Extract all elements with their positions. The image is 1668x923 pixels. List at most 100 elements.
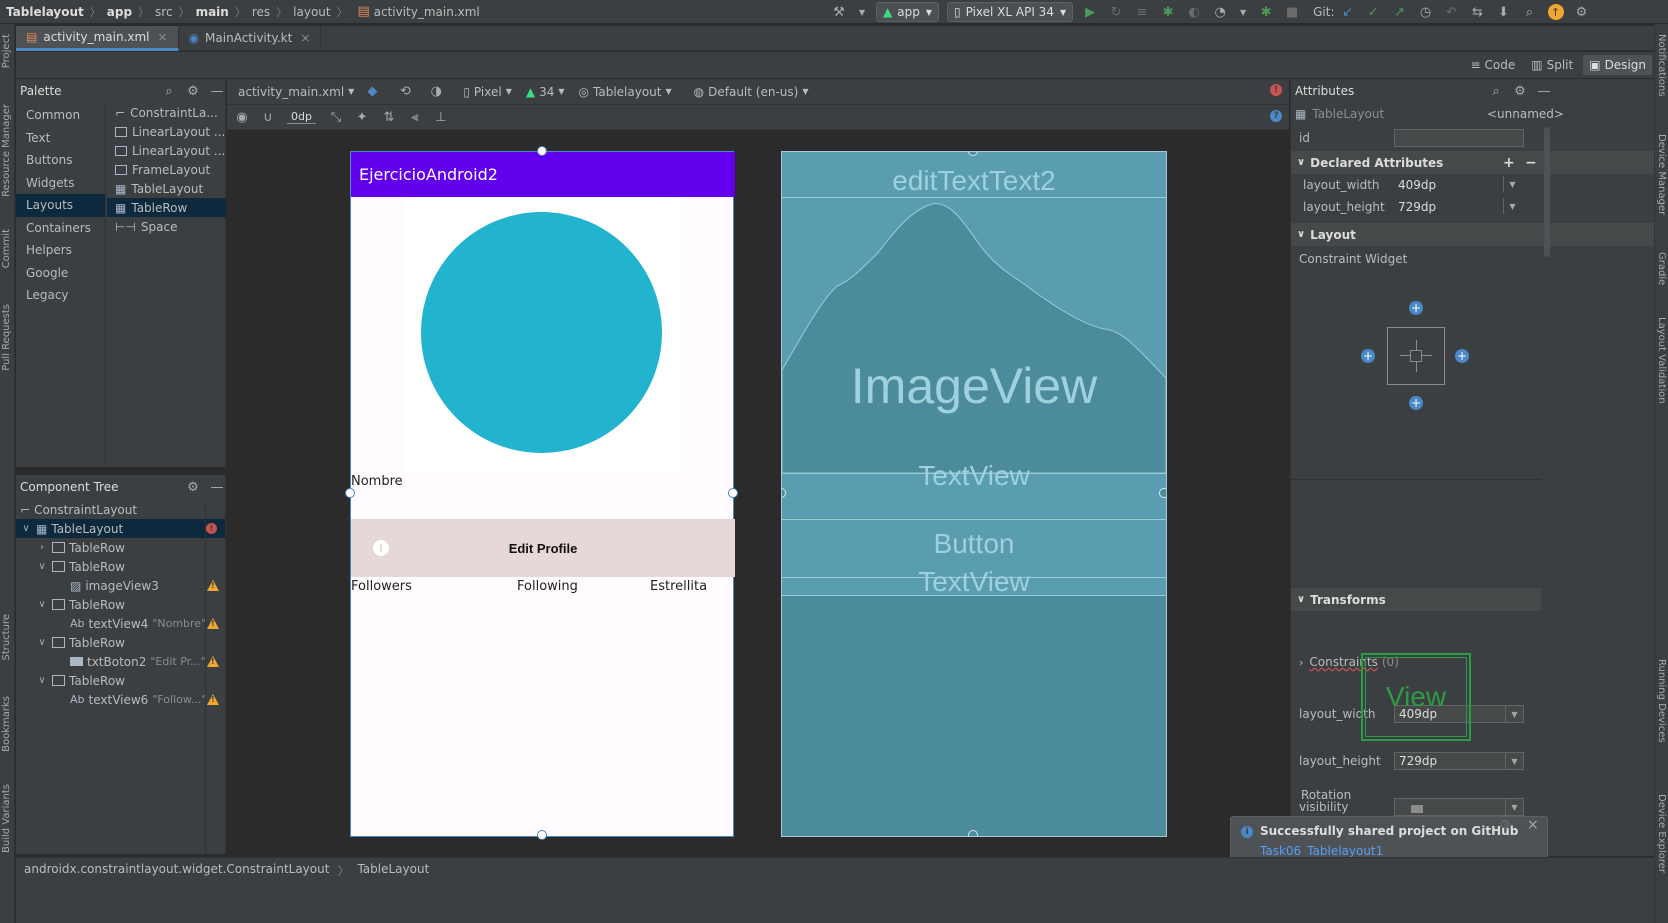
tree-row-tablerow[interactable]: ∨ TableRow <box>16 671 225 690</box>
resize-handle-bottom[interactable] <box>968 830 978 836</box>
device-dropdown[interactable]: ▯ Pixel XL API 34 ▼ <box>946 2 1074 22</box>
nombre-text[interactable]: Nombre <box>351 474 403 489</box>
resize-handle-left[interactable] <box>345 488 355 498</box>
close-icon[interactable]: × <box>300 31 310 45</box>
gear-icon[interactable]: ⚙ <box>185 479 201 495</box>
blueprint-preview[interactable]: editTextText2 ImageView TextView Button … <box>781 151 1167 837</box>
project-tool-tab[interactable]: Project <box>1 34 12 68</box>
resize-handle-right[interactable] <box>728 488 738 498</box>
palette-category-widgets[interactable]: Widgets <box>16 172 105 195</box>
guidelines-icon[interactable]: ⊥ <box>433 109 449 125</box>
palette-item-framelayout[interactable]: FrameLayout <box>107 160 226 179</box>
tree-row-tablerow[interactable]: ∨ TableRow <box>16 633 225 652</box>
palette-item-constraintlayout[interactable]: ⌐ ConstraintLa... <box>107 103 226 122</box>
chevron-down-icon[interactable]: ▼ <box>1503 198 1521 214</box>
rerun-icon[interactable]: ↻ <box>1108 4 1124 20</box>
palette-category-text[interactable]: Text <box>16 127 105 150</box>
tab-main-activity[interactable]: ◉ MainActivity.kt × <box>179 25 322 51</box>
gradle-tool-tab[interactable]: Gradle <box>1656 252 1667 285</box>
add-constraint-right-icon[interactable]: + <box>1455 349 1469 363</box>
add-constraint-top-icon[interactable]: + <box>1409 301 1423 315</box>
minimize-icon[interactable]: — <box>209 479 225 495</box>
followers-text[interactable]: Followers <box>351 579 412 594</box>
pack-icon[interactable]: ⇅ <box>381 109 397 125</box>
tree-row-tablelayout[interactable]: ∨ ▦ TableLayout! <box>16 519 225 538</box>
gear-icon[interactable]: ⚙ <box>1512 83 1528 99</box>
notifications-tool-tab[interactable]: Notifications <box>1656 34 1667 97</box>
gear-icon[interactable]: ⚙ <box>1499 818 1511 833</box>
minimize-icon[interactable]: — <box>209 83 225 99</box>
orientation-icon[interactable]: ⟲ <box>397 84 413 100</box>
breadcrumb-src[interactable]: src <box>155 5 173 19</box>
tree-row-textview4[interactable]: Ab textView4 "Nombre" <box>16 614 225 633</box>
edit-profile-button[interactable]: Edit Profile <box>351 519 735 577</box>
palette-category-buttons[interactable]: Buttons <box>16 149 105 172</box>
bookmarks-tool-tab[interactable]: Bookmarks <box>1 696 12 752</box>
layout-section[interactable]: ∨ Layout <box>1291 223 1654 246</box>
stop-icon[interactable]: ■ <box>1284 4 1300 20</box>
pull-requests-tool-tab[interactable]: Pull Requests <box>1 304 12 371</box>
device-manager-tool-tab[interactable]: Device Manager <box>1656 134 1667 215</box>
breadcrumb-layout[interactable]: layout <box>293 5 330 19</box>
status-path[interactable]: androidx.constraintlayout.widget.Constra… <box>24 862 329 876</box>
chevron-down-icon[interactable]: ▼ <box>854 4 870 20</box>
git-update-icon[interactable]: ↙ <box>1340 4 1356 20</box>
tab-activity-main[interactable]: ▤ activity_main.xml × <box>16 25 179 51</box>
minimize-icon[interactable]: — <box>1536 83 1552 99</box>
warning-icon[interactable] <box>207 656 219 667</box>
commit-tool-tab[interactable]: Commit <box>1 229 12 268</box>
id-input[interactable] <box>1394 129 1524 147</box>
chevron-down-icon[interactable]: ▼ <box>1503 176 1521 192</box>
resize-handle-top[interactable] <box>537 146 547 156</box>
tree-row-tablerow[interactable]: ∨ TableRow <box>16 557 225 576</box>
status-current[interactable]: TableLayout <box>357 862 429 876</box>
api-selector[interactable]: ▲ 34 ▼ <box>526 85 565 99</box>
estrellita-text[interactable]: Estrellita <box>650 579 707 594</box>
palette-category-legacy[interactable]: Legacy <box>16 284 105 307</box>
chevron-down-icon[interactable]: ∨ <box>36 599 48 610</box>
breadcrumb-file[interactable]: activity_main.xml <box>374 5 480 19</box>
palette-category-common[interactable]: Common <box>16 104 105 127</box>
add-icon[interactable]: + <box>1503 155 1515 171</box>
code-mode-button[interactable]: ≡ Code <box>1464 55 1521 75</box>
palette-category-containers[interactable]: Containers <box>16 217 105 240</box>
add-constraint-left-icon[interactable]: + <box>1361 349 1375 363</box>
chevron-down-icon[interactable]: ▼ <box>1235 4 1251 20</box>
close-icon[interactable]: × <box>1527 817 1539 833</box>
tree-row-tablerow[interactable]: ∨ TableRow <box>16 595 225 614</box>
git-commit-icon[interactable]: ✓ <box>1366 4 1382 20</box>
default-margin-field[interactable]: 0dp <box>287 110 316 124</box>
magnet-icon[interactable]: ∪ <box>260 109 276 125</box>
warning-icon[interactable] <box>207 618 219 629</box>
search-icon[interactable]: ⌕ <box>1488 83 1504 99</box>
error-icon[interactable]: ! <box>206 523 217 534</box>
gear-icon[interactable]: ⚙ <box>1574 4 1590 20</box>
layout-height-field[interactable]: 729dp ▼ <box>1394 752 1524 770</box>
chevron-down-icon[interactable]: ▼ <box>1505 799 1523 815</box>
app-inspection-icon[interactable]: ✱ <box>1258 4 1274 20</box>
error-icon[interactable]: ! <box>1270 84 1282 96</box>
resource-manager-tool-tab[interactable]: Resource Manager <box>1 104 12 197</box>
transforms-section[interactable]: ∨ Transforms <box>1291 588 1541 611</box>
file-selector[interactable]: activity_main.xml ▼ <box>238 85 354 99</box>
tree-row-tablerow[interactable]: › TableRow <box>16 538 225 557</box>
breadcrumb-res[interactable]: res <box>252 5 270 19</box>
design-mode-button[interactable]: ▣ Design <box>1583 55 1652 75</box>
profile-icon[interactable]: ◔ <box>1212 4 1228 20</box>
rollback-icon[interactable]: ↶ <box>1444 4 1460 20</box>
toast-link[interactable]: Task06_Tablelayout1 <box>1260 844 1383 858</box>
chevron-down-icon[interactable]: ∨ <box>36 675 48 686</box>
history-icon[interactable]: ◷ <box>1418 4 1434 20</box>
help-icon[interactable]: ? <box>1270 110 1282 122</box>
layers-icon[interactable]: ◆ <box>364 84 380 100</box>
device-selector[interactable]: ▯ Pixel ▼ <box>463 85 512 99</box>
layout-validation-tool-tab[interactable]: Layout Validation <box>1656 317 1667 404</box>
align-icon[interactable]: ⫷ <box>407 109 423 125</box>
chevron-right-icon[interactable]: › <box>36 542 48 553</box>
palette-item-space[interactable]: ⊢⊣ Space <box>107 217 226 236</box>
warning-icon[interactable] <box>207 694 219 705</box>
eye-icon[interactable]: ◉ <box>234 109 250 125</box>
remove-icon[interactable]: − <box>1525 155 1537 171</box>
structure-tool-tab[interactable]: Structure <box>1 614 12 661</box>
close-icon[interactable]: × <box>158 30 168 44</box>
